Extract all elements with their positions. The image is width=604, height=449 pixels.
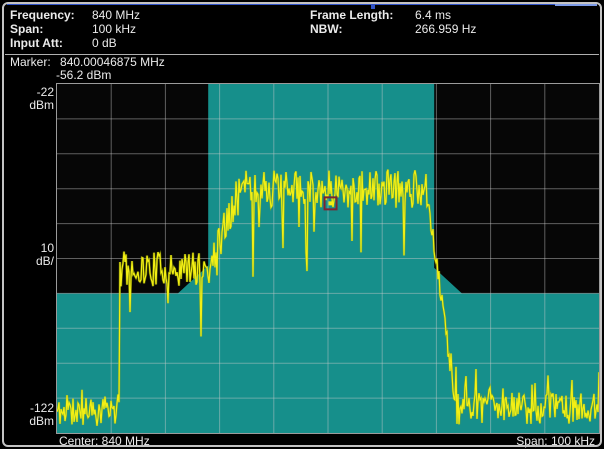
input-att-value: 0 dB xyxy=(92,36,117,50)
spectrum-svg xyxy=(57,84,599,433)
marker-dot xyxy=(329,201,333,205)
span-value: 100 kHz xyxy=(92,22,136,36)
top-accent-highlight xyxy=(555,3,597,6)
settings-readout-panel: Frequency: 840 MHz Span: 100 kHz Input A… xyxy=(10,7,594,53)
span-annotation: Span: 100 kHz xyxy=(516,434,595,448)
nbw-value: 266.959 Hz xyxy=(415,22,476,36)
y-axis-top-label: -22 dBm xyxy=(0,86,54,112)
marker-level-value: -56.2 dBm xyxy=(56,69,165,82)
input-att-label: Input Att: xyxy=(10,36,63,50)
y-axis-bottom-unit: dBm xyxy=(0,415,54,428)
nbw-label: NBW: xyxy=(310,22,342,36)
y-axis-bottom-label: -122 dBm xyxy=(0,402,54,428)
spectrum-plot-area xyxy=(57,84,599,433)
top-accent-line xyxy=(7,3,597,5)
marker-label: Marker: xyxy=(10,55,51,69)
frequency-label: Frequency: xyxy=(10,8,75,22)
x-axis-annotation: Center: 840 MHz Span: 100 kHz xyxy=(57,434,597,448)
frame-length-value: 6.4 ms xyxy=(415,8,451,22)
frame-length-label: Frame Length: xyxy=(310,8,393,22)
y-axis-scale-unit: dB/ xyxy=(0,255,54,268)
span-label: Span: xyxy=(10,22,43,36)
frequency-value: 840 MHz xyxy=(92,8,140,22)
center-frequency-annotation: Center: 840 MHz xyxy=(59,434,150,448)
y-axis-scale-label: 10 dB/ xyxy=(0,242,54,268)
marker-frequency-value: 840.00046875 MHz xyxy=(60,55,165,69)
y-axis-top-unit: dBm xyxy=(0,99,54,112)
spectrum-analyzer-screen: Frequency: 840 MHz Span: 100 kHz Input A… xyxy=(0,0,604,449)
marker-readout: Marker: 840.00046875 MHz -56.2 dBm xyxy=(10,56,165,82)
